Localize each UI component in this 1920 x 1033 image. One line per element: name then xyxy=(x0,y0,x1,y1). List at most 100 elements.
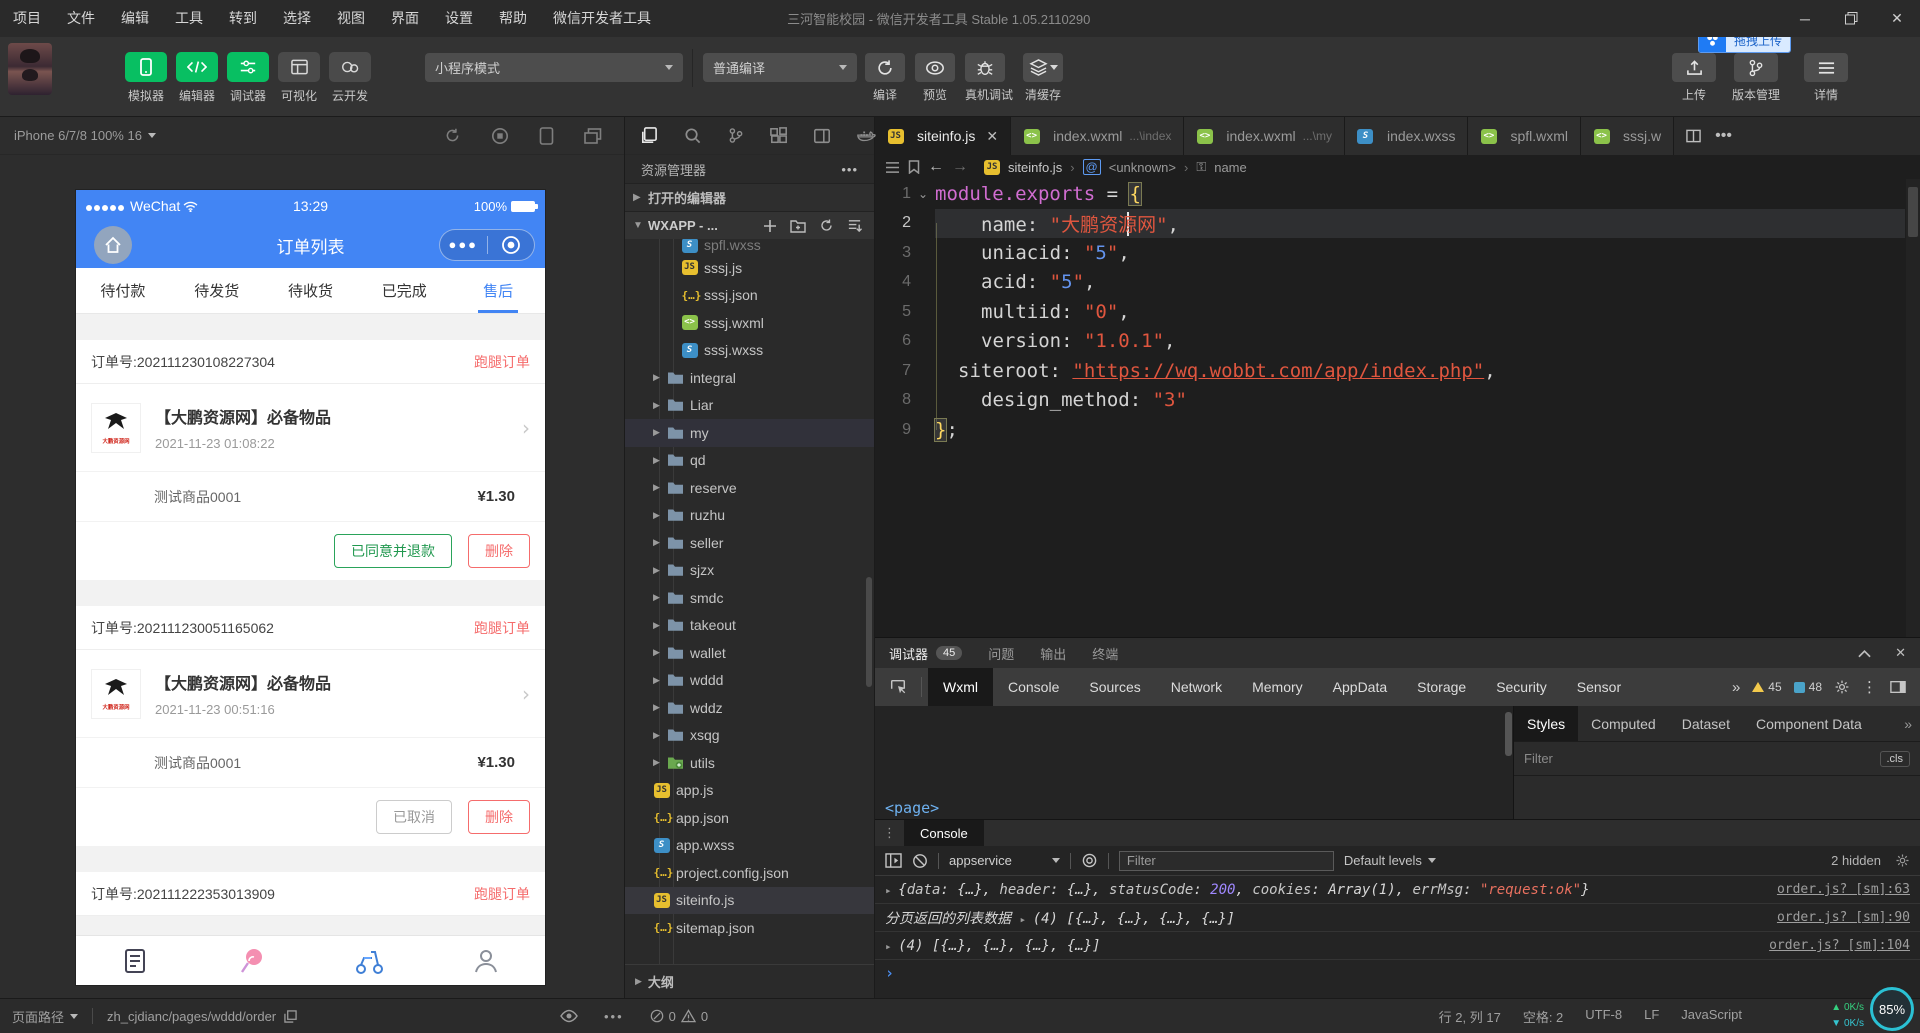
clear-console-icon[interactable] xyxy=(912,853,928,869)
styles-filter-input[interactable]: Filter xyxy=(1524,751,1553,766)
console-context-select[interactable]: appservice xyxy=(949,853,1060,868)
action-真机调试[interactable]: 真机调试 xyxy=(965,53,1005,103)
performance-badge[interactable]: 85% xyxy=(1870,987,1914,1031)
tab-more-icon[interactable]: ••• xyxy=(1715,127,1732,145)
phone-frame-icon[interactable] xyxy=(539,127,554,145)
indent-setting[interactable]: 空格: 2 xyxy=(1523,1007,1563,1026)
styles-overflow-icon[interactable]: » xyxy=(1896,716,1920,732)
menu-编辑[interactable]: 编辑 xyxy=(108,0,162,37)
tree-item-spfl.wxss[interactable]: Sspfl.wxss xyxy=(625,239,874,254)
styles-tab-Computed[interactable]: Computed xyxy=(1578,706,1669,741)
tab-delivery[interactable] xyxy=(311,936,428,985)
action-详情[interactable]: 详情 xyxy=(1800,53,1852,103)
tree-item-utils[interactable]: ▶utils xyxy=(625,749,874,777)
wxml-tree[interactable]: <page>▸ <view class="navbar flex-row" st… xyxy=(875,706,1513,819)
order-tab-售后[interactable]: 售后 xyxy=(451,268,545,313)
panel-tab-终端[interactable]: 终端 xyxy=(1092,644,1118,663)
tree-item-integral[interactable]: ▶integral xyxy=(625,364,874,392)
explorer-scrollbar[interactable] xyxy=(866,577,872,687)
console-prompt[interactable]: › xyxy=(875,960,1920,986)
tree-item-wddz[interactable]: ▶wddz xyxy=(625,694,874,722)
tree-item-sssj.wxml[interactable]: <>sssj.wxml xyxy=(625,309,874,337)
explorer-more-icon[interactable]: ••• xyxy=(841,162,858,177)
tree-item-smdc[interactable]: ▶smdc xyxy=(625,584,874,612)
tree-item-reserve[interactable]: ▶reserve xyxy=(625,474,874,502)
files-icon[interactable] xyxy=(639,126,658,145)
console-eye-icon[interactable] xyxy=(1081,853,1098,868)
window-layout-icon[interactable] xyxy=(813,127,831,145)
close-panel-icon[interactable]: ✕ xyxy=(1895,645,1906,661)
split-editor-icon[interactable] xyxy=(1686,129,1701,143)
collapse-panel-icon[interactable] xyxy=(1858,645,1871,661)
tree-item-Liar[interactable]: ▶Liar xyxy=(625,392,874,420)
warning-badge[interactable]: 45 xyxy=(1752,680,1781,694)
cursor-position[interactable]: 行 2, 列 17 xyxy=(1439,1007,1501,1026)
tab-candy[interactable] xyxy=(193,936,310,985)
cls-button[interactable]: .cls xyxy=(1880,751,1911,767)
order-product-row[interactable]: 大鹏资源网【大鹏资源网】必备物品2021-11-23 00:51:16› xyxy=(76,650,545,738)
docker-icon[interactable] xyxy=(856,128,876,144)
action-编译[interactable]: 编译 xyxy=(865,53,905,103)
outline-section[interactable]: ▶大纲 xyxy=(625,964,874,998)
menu-设置[interactable]: 设置 xyxy=(432,0,486,37)
source-control-icon[interactable] xyxy=(727,126,745,145)
outline-list-icon[interactable] xyxy=(885,161,900,174)
info-badge[interactable]: 48 xyxy=(1794,680,1822,694)
devtools-tab-Memory[interactable]: Memory xyxy=(1237,668,1318,706)
language-mode[interactable]: JavaScript xyxy=(1681,1007,1742,1026)
toggle-visibility-icon[interactable] xyxy=(560,1009,578,1023)
devtools-tab-Network[interactable]: Network xyxy=(1156,668,1237,706)
encoding[interactable]: UTF-8 xyxy=(1585,1007,1622,1026)
panel-tab-问题[interactable]: 问题 xyxy=(988,644,1014,663)
panel-tab-调试器[interactable]: 调试器45 xyxy=(889,644,962,663)
forward-icon[interactable]: → xyxy=(952,158,968,176)
tree-item-seller[interactable]: ▶seller xyxy=(625,529,874,557)
order-button-删除[interactable]: 删除 xyxy=(468,800,530,834)
menu-工具[interactable]: 工具 xyxy=(162,0,216,37)
devtools-tab-Wxml[interactable]: Wxml xyxy=(928,668,993,706)
more-dots-icon[interactable]: ●●● xyxy=(440,240,487,250)
console-tab[interactable]: Console xyxy=(904,820,984,846)
action-版本管理[interactable]: 版本管理 xyxy=(1730,53,1782,103)
tab-orders[interactable] xyxy=(76,936,193,985)
toolbar-button-云开发[interactable]: 云开发 xyxy=(329,52,371,104)
refresh-icon[interactable] xyxy=(819,218,834,233)
menu-视图[interactable]: 视图 xyxy=(324,0,378,37)
eol[interactable]: LF xyxy=(1644,1007,1659,1026)
devtools-tab-Sensor[interactable]: Sensor xyxy=(1562,668,1636,706)
action-上传[interactable]: 上传 xyxy=(1668,53,1720,103)
source-link[interactable]: order.js? [sm]:63 xyxy=(1777,882,1910,897)
order-tab-已完成[interactable]: 已完成 xyxy=(357,268,451,313)
order-button-已取消[interactable]: 已取消 xyxy=(376,800,452,834)
editor-tab-sssj.w[interactable]: <>sssj.w xyxy=(1581,117,1674,155)
styles-tab-Styles[interactable]: Styles xyxy=(1514,706,1578,741)
devtools-kebab-icon[interactable]: ⋮ xyxy=(1862,678,1878,696)
close-tab-icon[interactable]: ✕ xyxy=(986,128,998,145)
order-button-删除[interactable]: 删除 xyxy=(468,534,530,568)
wxml-scrollbar[interactable] xyxy=(1505,712,1512,756)
menu-界面[interactable]: 界面 xyxy=(378,0,432,37)
toolbar-button-模拟器[interactable]: 模拟器 xyxy=(125,52,167,104)
editor-tab-index.wxml[interactable]: <>index.wxml...\index xyxy=(1011,117,1184,155)
console-levels-select[interactable]: Default levels xyxy=(1344,853,1436,868)
project-root[interactable]: ▼WXAPP - ... xyxy=(625,211,874,239)
tree-item-xsqg[interactable]: ▶xsqg xyxy=(625,722,874,750)
multi-window-icon[interactable] xyxy=(584,127,602,145)
editor-tab-index.wxml[interactable]: <>index.wxml...\my xyxy=(1184,117,1345,155)
problems-indicator[interactable]: 0 0 xyxy=(650,1009,708,1024)
console-log-row[interactable]: ▸ (4) [{…}, {…}, {…}, {…}]order.js? [sm]… xyxy=(875,932,1920,960)
source-link[interactable]: order.js? [sm]:104 xyxy=(1769,938,1910,953)
collapse-all-icon[interactable] xyxy=(847,218,862,233)
tree-item-wddd[interactable]: ▶wddd xyxy=(625,667,874,695)
styles-tab-Dataset[interactable]: Dataset xyxy=(1669,706,1743,741)
new-folder-icon[interactable] xyxy=(790,219,806,233)
panel-tab-输出[interactable]: 输出 xyxy=(1040,644,1066,663)
capsule-close-icon[interactable] xyxy=(488,235,535,255)
console-sidebar-icon[interactable] xyxy=(885,853,902,868)
console-filter-input[interactable]: Filter xyxy=(1119,851,1334,871)
devtools-tab-Sources[interactable]: Sources xyxy=(1074,668,1155,706)
editor-tab-siteinfo.js[interactable]: JSsiteinfo.js✕ xyxy=(875,117,1011,155)
toolbar-button-调试器[interactable]: 调试器 xyxy=(227,52,269,104)
wxml-line-1[interactable]: <page> xyxy=(885,794,1503,819)
close-button[interactable]: ✕ xyxy=(1874,0,1920,37)
